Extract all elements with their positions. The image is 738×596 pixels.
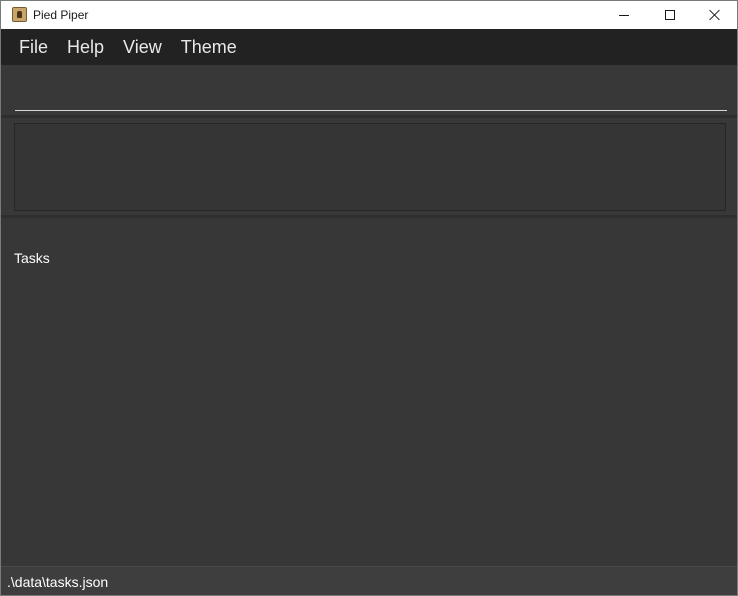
menu-item-file[interactable]: File (9, 29, 57, 65)
save-location-path: .\data\tasks.json (7, 574, 109, 590)
maximize-button[interactable] (647, 1, 693, 29)
maximize-icon (665, 10, 675, 20)
window-title: Pied Piper (33, 8, 89, 22)
close-button[interactable] (692, 1, 738, 29)
minimize-icon (619, 14, 629, 16)
command-input[interactable] (15, 83, 727, 111)
menu-item-view[interactable]: View (113, 29, 171, 65)
minimize-button[interactable] (601, 1, 647, 29)
menu-item-theme[interactable]: Theme (171, 29, 246, 65)
command-box (1, 65, 737, 115)
tasks-heading: Tasks (14, 250, 50, 266)
app-icon (12, 7, 27, 22)
close-icon (709, 9, 721, 21)
result-display-area (1, 118, 737, 215)
app-window: Pied Piper File Help View Theme Tasks .\… (0, 0, 738, 596)
menu-bar: File Help View Theme (1, 29, 737, 65)
task-list-panel[interactable]: Tasks (1, 218, 737, 566)
result-display (14, 123, 726, 211)
menu-item-help[interactable]: Help (57, 29, 113, 65)
status-bar: .\data\tasks.json (1, 566, 737, 595)
title-bar[interactable]: Pied Piper (1, 1, 737, 29)
